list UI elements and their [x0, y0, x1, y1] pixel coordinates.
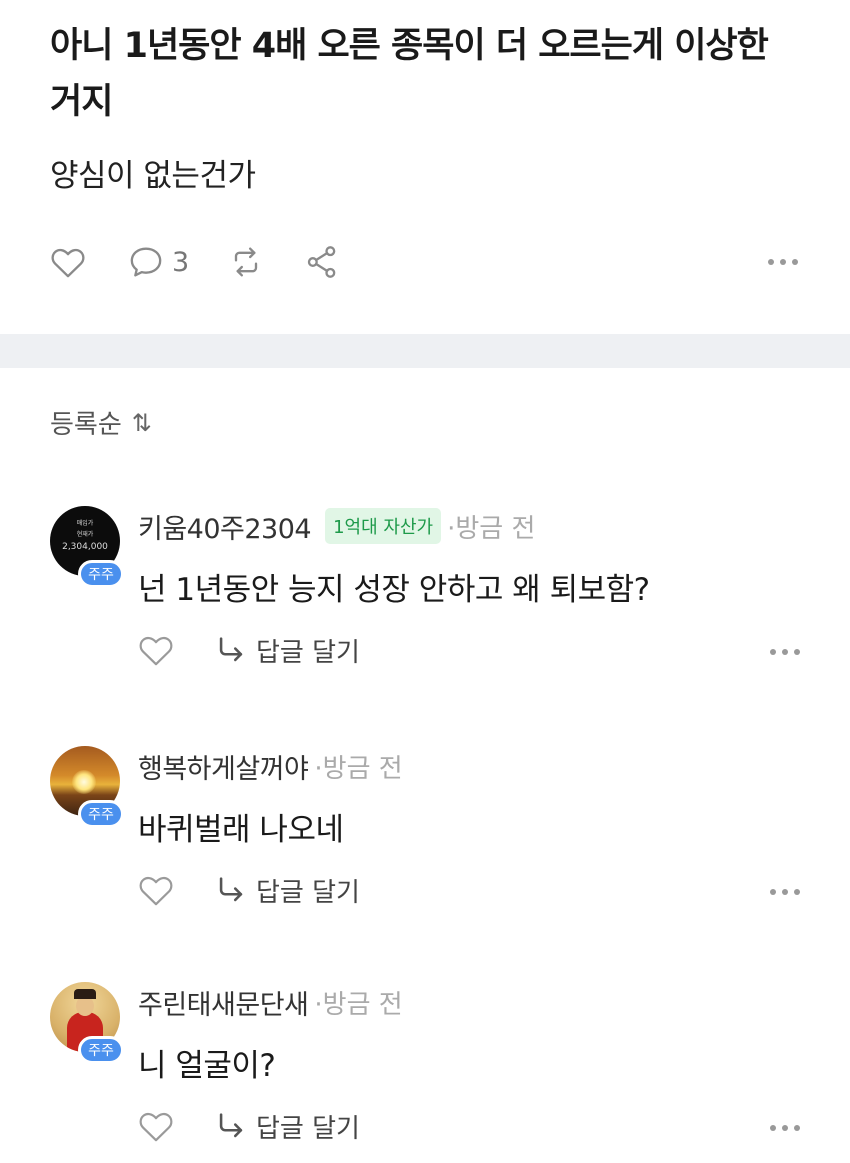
avatar-text-line: 매입가 [76, 520, 94, 527]
comment-author[interactable]: 주린태새문단새 [138, 983, 309, 1022]
shareholder-badge: 주주 [78, 1036, 124, 1064]
sort-toggle[interactable]: 등록순 ⇅ [50, 404, 152, 441]
comment-author[interactable]: 키움40주2304 [138, 507, 312, 546]
share-button[interactable] [302, 238, 342, 286]
comment-item: 주주 행복하게살꺼야 ·방금 전 바퀴벌래 나오네 답글 달기 [50, 736, 810, 926]
reply-button[interactable]: 답글 달기 [214, 632, 360, 669]
comment-more-button[interactable] [768, 642, 802, 661]
comment-text: 니 얼굴이? [138, 1048, 276, 1084]
heart-icon[interactable] [136, 630, 176, 670]
comment-icon [130, 247, 162, 277]
sun-shape [72, 770, 96, 794]
sort-label: 등록순 [50, 410, 122, 440]
comment-actions: 답글 달기 [136, 630, 360, 670]
hat-shape [74, 989, 96, 999]
heart-icon[interactable] [136, 1106, 176, 1146]
face-shape [76, 996, 94, 1016]
comment-item: 주주 주린태새문단새 ·방금 전 니 얼굴이? 답글 달기 [50, 972, 810, 1162]
shareholder-badge: 주주 [78, 800, 124, 828]
like-button[interactable] [48, 238, 88, 286]
comment-actions: 답글 달기 [136, 870, 360, 910]
more-icon [770, 889, 800, 895]
comment-actions: 답글 달기 [136, 1106, 360, 1146]
repost-button[interactable] [226, 238, 266, 286]
heart-icon [51, 248, 85, 278]
comment-item: 매입가 현재가 2,304,000 주주 키움40주2304 1억대 자산가 ·… [50, 496, 810, 686]
comment-count: 3 [172, 246, 190, 278]
more-icon [770, 649, 800, 655]
comment-author[interactable]: 행복하게살꺼야 [138, 747, 309, 786]
post-title: 아니 1년동안 4배 오른 종목이 더 오르는게 이상한거지 [50, 26, 769, 122]
reply-arrow-icon [219, 637, 243, 662]
reply-button[interactable]: 답글 달기 [214, 872, 360, 909]
sort-arrows-icon: ⇅ [131, 408, 152, 437]
comment-time: ·방금 전 [314, 753, 403, 784]
asset-tag: 1억대 자산가 [325, 508, 442, 544]
reply-button[interactable]: 답글 달기 [214, 1108, 360, 1145]
more-icon [770, 1125, 800, 1131]
reply-arrow-icon [219, 1113, 243, 1138]
repost-icon [234, 247, 258, 277]
avatar[interactable]: 주주 [50, 746, 124, 828]
section-divider [0, 334, 850, 368]
avatar[interactable]: 주주 [50, 982, 124, 1064]
comment-header: 행복하게살꺼야 ·방금 전 [138, 746, 403, 786]
avatar[interactable]: 매입가 현재가 2,304,000 주주 [50, 506, 124, 588]
post-more-button[interactable] [766, 238, 800, 286]
comment-time: ·방금 전 [314, 989, 403, 1020]
more-icon [768, 259, 798, 265]
heart-icon[interactable] [136, 870, 176, 910]
comment-header: 키움40주2304 1억대 자산가 ·방금 전 [138, 506, 535, 546]
comment-more-button[interactable] [768, 882, 802, 901]
post-body: 양심이 없는건가 [50, 158, 256, 194]
share-icon [307, 246, 336, 278]
avatar-text-line: 현재가 [76, 531, 94, 538]
reply-label: 답글 달기 [256, 637, 360, 668]
comment-text: 넌 1년동안 능지 성장 안하고 왜 퇴보함? [138, 572, 650, 608]
reply-arrow-icon [219, 877, 243, 902]
post-actions: 3 [48, 238, 808, 286]
comment-header: 주린태새문단새 ·방금 전 [138, 982, 403, 1022]
comment-button[interactable]: 3 [126, 238, 189, 286]
comment-time: ·방금 전 [447, 513, 536, 544]
avatar-text-line: 2,304,000 [62, 542, 108, 552]
comment-more-button[interactable] [768, 1118, 802, 1137]
reply-label: 답글 달기 [256, 1113, 360, 1144]
reply-label: 답글 달기 [256, 877, 360, 908]
shareholder-badge: 주주 [78, 560, 124, 588]
comment-text: 바퀴벌래 나오네 [138, 812, 344, 848]
